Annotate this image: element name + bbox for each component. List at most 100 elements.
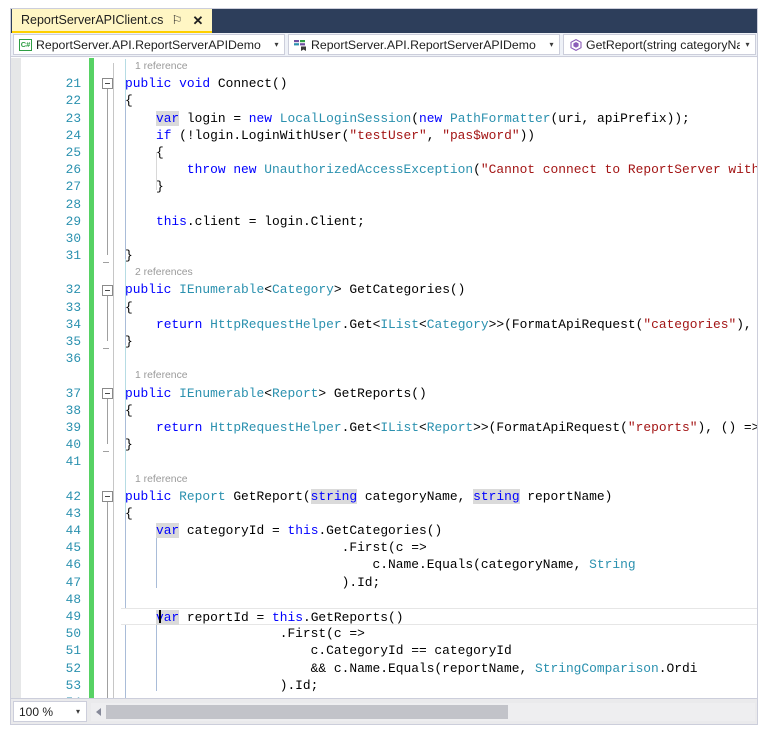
line-number: 45: [65, 540, 81, 556]
member-dropdown-label: GetReport(string categoryName,: [586, 37, 740, 52]
code-line[interactable]: {: [121, 144, 757, 161]
collapse-region-icon[interactable]: [102, 284, 113, 296]
code-line[interactable]: public IEnumerable<Category> GetCategori…: [121, 281, 757, 298]
code-line[interactable]: ).Id;: [121, 574, 757, 591]
code-token: Report: [426, 419, 474, 435]
collapse-region-icon[interactable]: [102, 78, 113, 90]
code-line[interactable]: ).Id;: [121, 677, 757, 694]
code-line[interactable]: [121, 230, 757, 247]
horizontal-scrollbar-thumb[interactable]: [106, 704, 509, 719]
code-line[interactable]: {: [121, 92, 757, 109]
code-line[interactable]: c.CategoryId == categoryId: [121, 642, 757, 659]
code-line[interactable]: if (!login.LoginWithUser("testUser", "pa…: [121, 127, 757, 144]
selection-margin[interactable]: [11, 58, 22, 698]
outlining-rail: [107, 494, 108, 698]
code-token: <: [419, 316, 427, 332]
code-token: Report: [272, 385, 319, 401]
code-token: .First(c =>: [125, 626, 365, 642]
code-token: IList: [380, 316, 419, 332]
code-line[interactable]: c.Name.Equals(categoryName, String: [121, 556, 757, 573]
code-line[interactable]: throw new UnauthorizedAccessException("C…: [121, 161, 757, 178]
code-token: ), () =: [736, 316, 752, 332]
chevron-down-icon[interactable]: ▾: [544, 40, 559, 49]
line-number: 43: [65, 505, 81, 521]
code-editor-area[interactable]: 21 22 23 24 25 26 27 28 29 30 31 32 33 34 35 36 37 38 39…: [11, 58, 757, 698]
horizontal-scrollbar-track[interactable]: [106, 702, 755, 721]
line-number: 34: [65, 316, 81, 332]
code-line[interactable]: public void Connect(): [121, 75, 757, 92]
collapse-region-icon[interactable]: [102, 387, 113, 399]
code-token: Connect(): [217, 76, 288, 92]
code-line[interactable]: var login = new LocalLoginSession(new Pa…: [121, 110, 757, 127]
line-number: 46: [65, 557, 81, 573]
code-token: {: [125, 299, 133, 315]
codelens-reference-count[interactable]: 1 reference: [121, 471, 757, 488]
type-dropdown[interactable]: ReportServer.API.ReportServerAPIDemo ▾: [288, 34, 560, 55]
code-line[interactable]: {: [121, 505, 757, 522]
scroll-left-arrow-icon[interactable]: [91, 703, 106, 721]
code-line[interactable]: [121, 196, 757, 213]
chevron-down-icon[interactable]: ▾: [70, 707, 86, 716]
codelens-reference-count[interactable]: 2 references: [121, 264, 757, 281]
code-line-current[interactable]: var reportId = this.GetReports(): [121, 608, 757, 626]
code-line[interactable]: && c.Name.Equals(reportName, StringCompa…: [121, 660, 757, 677]
code-line[interactable]: }: [121, 333, 757, 350]
code-token: var: [155, 523, 180, 539]
code-line[interactable]: return HttpRequestHelper.Get<IList<Repor…: [121, 419, 757, 436]
code-token: Report: [179, 488, 226, 504]
line-number: 40: [65, 437, 81, 453]
code-token: new: [233, 162, 265, 178]
code-line[interactable]: }: [121, 436, 757, 453]
line-number: 22: [65, 93, 81, 109]
horizontal-scrollbar[interactable]: [91, 702, 755, 721]
code-line[interactable]: {: [121, 402, 757, 419]
line-number-blank: [22, 367, 89, 384]
code-line[interactable]: }: [121, 247, 757, 264]
line-number: 47: [65, 574, 81, 590]
code-line[interactable]: .First(c =>: [121, 625, 757, 642]
code-line[interactable]: public Report GetReport(string categoryN…: [121, 488, 757, 505]
member-dropdown[interactable]: GetReport(string categoryName, ▾: [563, 34, 756, 55]
line-number: 29: [65, 213, 81, 229]
collapse-region-icon[interactable]: [102, 491, 113, 502]
code-token: public: [125, 488, 180, 504]
project-dropdown[interactable]: C# ReportServer.API.ReportServerAPIDemo …: [13, 34, 285, 55]
code-token: if: [155, 127, 172, 143]
codelens-reference-count[interactable]: 1 reference: [121, 367, 757, 384]
code-line[interactable]: {: [121, 299, 757, 316]
code-line[interactable]: this.client = login.Client;: [121, 213, 757, 230]
close-tab-icon[interactable]: ✕: [190, 13, 205, 28]
code-line[interactable]: [121, 350, 757, 367]
code-line[interactable]: [121, 591, 757, 608]
codelens-reference-count[interactable]: 1 reference: [121, 58, 757, 75]
line-number: 44: [65, 523, 81, 539]
code-line[interactable]: [121, 453, 757, 470]
code-line[interactable]: public IEnumerable<Report> GetReports(): [121, 385, 757, 402]
code-line[interactable]: .First(c =>: [121, 539, 757, 556]
code-token: ), () => new: [697, 419, 757, 435]
code-token: .First(c =>: [125, 540, 427, 556]
code-line[interactable]: }: [121, 178, 757, 195]
chevron-down-icon[interactable]: ▾: [269, 40, 284, 49]
chevron-down-icon[interactable]: ▾: [740, 40, 755, 49]
code-token: .GetCategories(): [318, 523, 443, 539]
outlining-margin[interactable]: [94, 58, 121, 698]
outlining-rail: [107, 390, 108, 445]
code-token: c.CategoryId == categoryId: [125, 643, 512, 659]
code-text-area[interactable]: 1 reference public void Connect(){ var lo…: [121, 58, 757, 698]
code-line[interactable]: return HttpRequestHelper.Get<IList<Categ…: [121, 316, 757, 333]
document-tab-reportserverapiclient[interactable]: ReportServerAPIClient.cs ⚐ ✕: [12, 9, 213, 33]
pin-tab-icon[interactable]: ⚐: [169, 13, 184, 28]
code-token: new: [248, 110, 280, 126]
code-token: && c.Name.Equals(reportName,: [125, 660, 535, 676]
document-tab-title: ReportServerAPIClient.cs: [21, 13, 164, 27]
line-number: 21: [65, 76, 81, 92]
code-line[interactable]: var categoryId = this.GetCategories(): [121, 522, 757, 539]
line-number: 37: [65, 385, 81, 401]
outlining-end-tick: [103, 262, 109, 264]
code-token: var: [155, 110, 180, 126]
code-token: .client = login.Client;: [186, 213, 365, 229]
code-token: {: [125, 505, 133, 521]
zoom-level-dropdown[interactable]: 100 % ▾: [13, 701, 87, 722]
